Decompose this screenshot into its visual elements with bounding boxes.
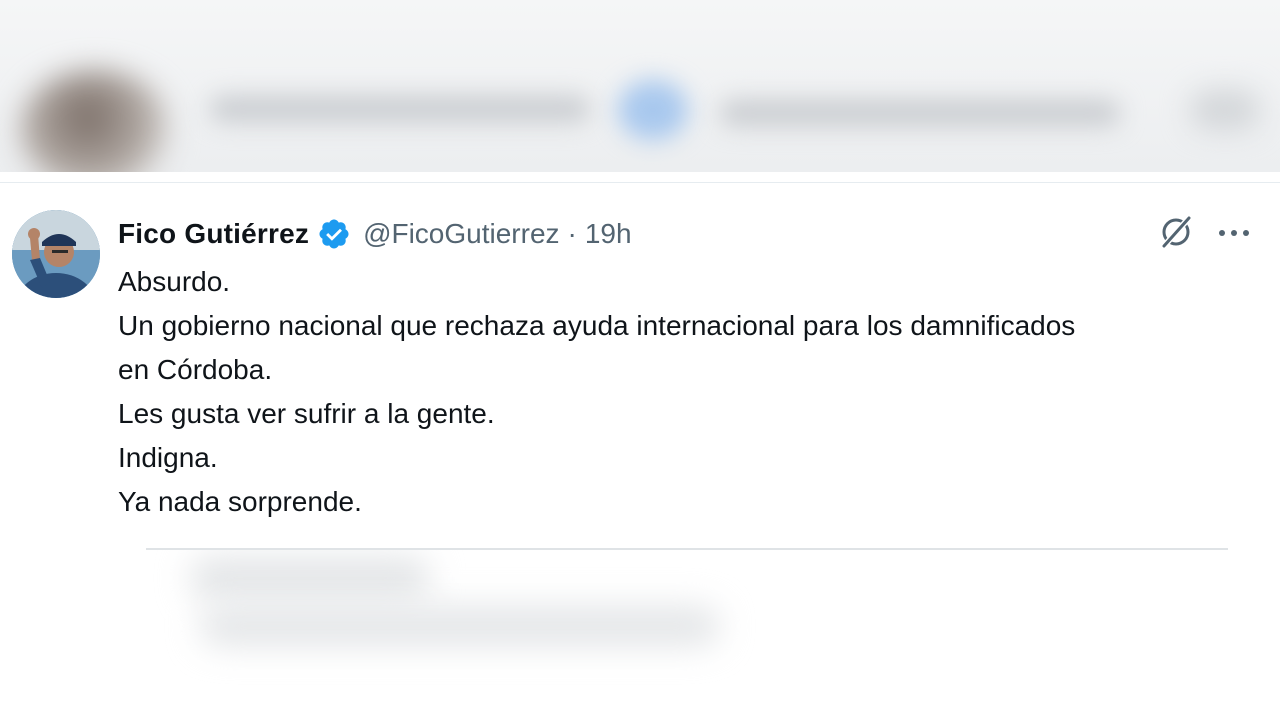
- blurred-reply: [0, 550, 1280, 720]
- blurred-text: [210, 96, 590, 122]
- tweet-text-line: Indigna.: [118, 442, 218, 473]
- blurred-text: [720, 100, 1120, 126]
- more-options-icon[interactable]: [1214, 218, 1254, 248]
- separator-dot: ·: [567, 218, 577, 249]
- grok-icon[interactable]: [1156, 212, 1196, 252]
- avatar[interactable]: [12, 210, 100, 298]
- tweet-header: Fico Gutiérrez @FicoGutierrez · 19h: [118, 214, 632, 254]
- tweet-text-line: Les gusta ver sufrir a la gente.: [118, 398, 495, 429]
- screenshot-page: Fico Gutiérrez @FicoGutierrez · 19h Absu…: [0, 0, 1280, 720]
- blurred-avatar: [20, 70, 170, 172]
- blurred-icon: [1190, 90, 1260, 130]
- handle[interactable]: @FicoGutierrez: [363, 218, 559, 250]
- blurred-previous-tweet: [0, 0, 1280, 172]
- display-name[interactable]: Fico Gutiérrez: [118, 218, 309, 250]
- tweet-text-line: en Córdoba.: [118, 354, 273, 385]
- timestamp[interactable]: 19h: [585, 218, 632, 250]
- tweet-text-line: Ya nada sorprende.: [118, 486, 362, 517]
- tweet-text-line: Un gobierno nacional que rechaza ayuda i…: [118, 310, 1076, 341]
- avatar-photo: [12, 210, 100, 298]
- tweet[interactable]: Fico Gutiérrez @FicoGutierrez · 19h Absu…: [0, 184, 1280, 554]
- tweet-text-line: Absurdo.: [118, 266, 231, 297]
- verified-badge-icon: [319, 219, 349, 249]
- blurred-text: [190, 556, 430, 600]
- blurred-badge: [618, 80, 688, 140]
- divider: [0, 182, 1280, 183]
- blurred-text: [200, 606, 720, 646]
- tweet-text: Absurdo. Un gobierno nacional que rechaz…: [118, 260, 1258, 524]
